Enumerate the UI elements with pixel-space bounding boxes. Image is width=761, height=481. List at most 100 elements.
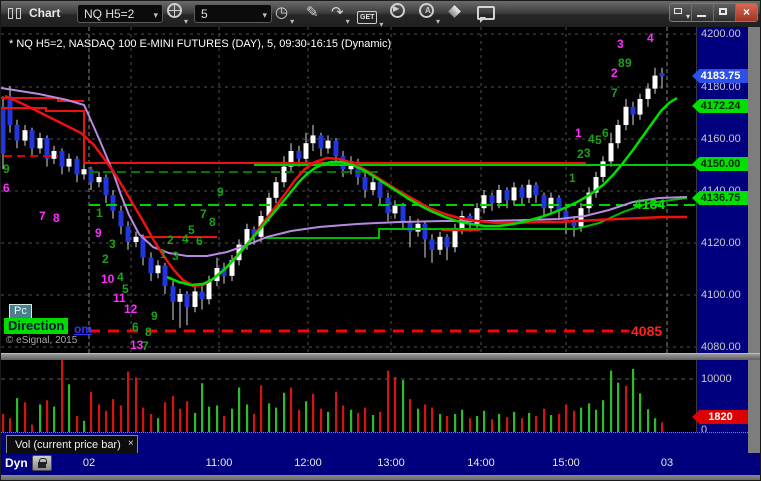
x-axis-label: 12:00 [294, 457, 322, 469]
volume-pane[interactable] [1, 359, 696, 432]
x-axis-label: 03 [660, 457, 674, 469]
x-axis-label: 11:00 [205, 457, 233, 469]
svg-text:8: 8 [53, 211, 60, 225]
title-bar[interactable]: Chart NQ H5=2 ▾ ▾ 5 ▾ ◷ ▾ ✎ ↷ ▾ GET ▾ ▶ [1, 1, 760, 29]
diamond-icon [448, 5, 461, 18]
svg-text:1: 1 [569, 171, 576, 185]
svg-text:8: 8 [145, 325, 152, 339]
y-axis-label: 4200.00 [701, 28, 741, 40]
chart-window: Chart NQ H5=2 ▾ ▾ 5 ▾ ◷ ▾ ✎ ↷ ▾ GET ▾ ▶ [0, 0, 761, 481]
svg-text:8: 8 [618, 56, 625, 70]
price-tag: 4183.75 [692, 69, 749, 83]
chevron-down-icon: ▾ [345, 17, 350, 26]
indicator-count-labels: 967 8 193210 45111269813712345678912 31 4 5 672… [3, 31, 654, 353]
letter-a-icon: A [419, 3, 434, 18]
svg-text:5: 5 [188, 223, 195, 237]
symbol-value: NQ H5=2 [84, 7, 135, 21]
interval-value: 5 [201, 7, 208, 21]
get-data-button[interactable]: GET ▾ [357, 6, 383, 29]
comment-button[interactable] [477, 3, 495, 24]
svg-text:4: 4 [588, 132, 595, 146]
maximize-button[interactable] [714, 4, 736, 21]
tab-label: Vol (current price bar) [15, 439, 121, 451]
chevron-down-icon: ▾ [183, 17, 188, 26]
minimize-button[interactable] [692, 4, 714, 21]
window-controls: ▾ × [669, 3, 758, 22]
svg-text:10: 10 [101, 272, 115, 286]
svg-text:9: 9 [95, 226, 102, 240]
close-button[interactable]: × [736, 4, 757, 21]
direction-badge[interactable]: Direction [4, 318, 69, 334]
volume-series [2, 359, 664, 432]
play-icon: ▶ [390, 3, 405, 18]
link-button[interactable] [448, 3, 461, 24]
svg-text:2: 2 [102, 252, 109, 266]
clock-icon: ◷ [275, 4, 289, 21]
svg-text:1: 1 [160, 247, 167, 261]
chevron-down-icon: ▾ [435, 17, 440, 26]
volume-pane-canvas [1, 359, 696, 432]
pencil-icon: ✎ [306, 4, 319, 21]
svg-text:9: 9 [625, 56, 632, 70]
pane-splitter[interactable] [1, 353, 760, 360]
window-icon [8, 8, 24, 19]
time-axis[interactable]: Dyn 02 11:00 12:00 13:00 14:00 15:00 03 [1, 453, 760, 475]
svg-text:2: 2 [611, 66, 618, 80]
chevron-down-icon: ▾ [290, 17, 295, 26]
svg-text:12: 12 [124, 302, 138, 316]
close-icon[interactable]: × [128, 435, 134, 453]
svg-text:9: 9 [151, 309, 158, 323]
symbol-combobox[interactable]: NQ H5=2 ▾ [77, 4, 163, 23]
om-link[interactable]: om [74, 322, 92, 336]
x-axis-label: 14:00 [467, 457, 495, 469]
speech-bubble-icon [477, 6, 495, 23]
copyright-label: © eSignal, 2015 [6, 335, 78, 346]
time-template-button[interactable]: ◷ ▾ [275, 3, 294, 26]
svg-text:7: 7 [200, 207, 207, 221]
right-gutter [748, 27, 760, 480]
svg-text:1: 1 [96, 206, 103, 220]
replay-button[interactable]: ▶ [390, 3, 405, 24]
curve-arrow-icon: ↷ [331, 4, 344, 21]
svg-text:6: 6 [196, 234, 203, 248]
svg-text:2: 2 [577, 147, 584, 161]
svg-text:4: 4 [647, 31, 654, 45]
pane-tab-strip: Vol (current price bar) × [1, 432, 748, 455]
svg-text:8: 8 [209, 215, 216, 229]
svg-text:7: 7 [142, 339, 149, 353]
y-axis-label: 4120.00 [701, 237, 741, 249]
svg-text:9: 9 [3, 162, 10, 176]
y-axis-label: 4160.00 [701, 133, 741, 145]
studies-button[interactable]: ↷ ▾ [331, 3, 350, 26]
svg-text:5: 5 [595, 133, 602, 147]
restore-down-button[interactable]: ▾ [670, 4, 692, 21]
resistance-level-label: 4134 [634, 196, 666, 212]
chart-title: * NQ H5=2, NASDAQ 100 E-MINI FUTURES (DA… [9, 38, 392, 50]
price-tag: 1820 [692, 410, 749, 424]
svg-text:3: 3 [584, 146, 591, 160]
y-axis-label: 4100.00 [701, 289, 741, 301]
symbol-lookup-button[interactable]: ▾ [167, 3, 188, 26]
price-pane[interactable]: 9 6 7 8 1 9 3 2 10 4 5 11 12 6 9 8 13 7 1 2 3 4 5 6 7 8 9 1 2 3 1 4 5 6 7 2… [1, 27, 696, 353]
svg-text:7: 7 [39, 209, 46, 223]
dyn-mode-button[interactable]: Dyn [5, 456, 28, 470]
support-level-label: 4085 [631, 323, 663, 339]
x-axis-label: 15:00 [552, 457, 580, 469]
y-axis-label: 10000 [701, 373, 732, 385]
draw-tool-button[interactable]: ✎ [306, 3, 319, 24]
price-axis[interactable]: 4200.004180.004160.004140.004120.004100.… [692, 27, 749, 453]
svg-text:3: 3 [617, 37, 624, 51]
chevron-down-icon[interactable]: ▾ [153, 6, 158, 24]
chevron-down-icon[interactable]: ▾ [262, 6, 267, 24]
globe-icon [167, 3, 182, 18]
tab-volume-study[interactable]: Vol (current price bar) × [6, 435, 138, 455]
candlestick-series [1, 67, 665, 328]
price-tag: 4136.75 [692, 191, 749, 205]
x-axis-label: 13:00 [377, 457, 405, 469]
pc-badge[interactable]: Pc [9, 304, 32, 319]
lock-icon[interactable] [32, 455, 52, 471]
svg-text:3: 3 [109, 237, 116, 251]
auto-trade-button[interactable]: A ▾ [419, 3, 440, 26]
interval-combobox[interactable]: 5 ▾ [194, 4, 272, 23]
svg-text:2: 2 [167, 233, 174, 247]
